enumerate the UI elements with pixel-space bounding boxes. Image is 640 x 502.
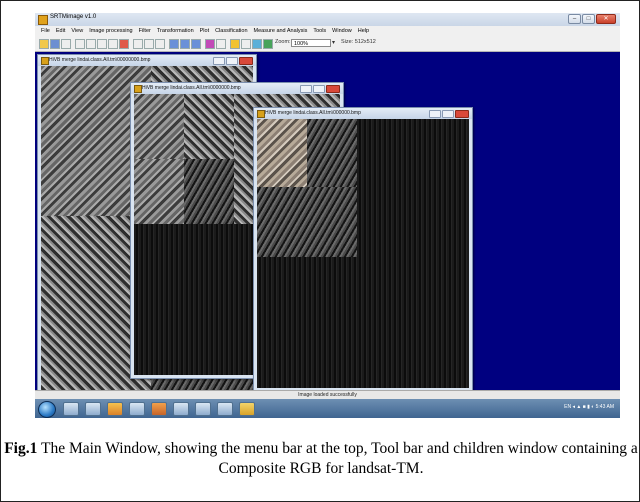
measure-icon[interactable] <box>252 39 262 49</box>
caption-text: The Main Window, showing the menu bar at… <box>37 440 638 477</box>
grid-icon[interactable] <box>216 39 226 49</box>
mdi-workspace: HiVB merge lindai.class.All.tm\00000000.… <box>35 52 620 390</box>
browser-icon[interactable] <box>217 402 233 416</box>
child-window-buttons <box>300 85 340 93</box>
classify-icon[interactable] <box>263 39 273 49</box>
media-icon[interactable] <box>107 402 123 416</box>
menu-transformation[interactable]: Transformation <box>157 28 194 34</box>
square-icon[interactable] <box>241 39 251 49</box>
delete-icon[interactable] <box>119 39 129 49</box>
image-view[interactable] <box>257 119 469 388</box>
menu-bar: File Edit View Image processing Filter T… <box>35 26 620 36</box>
child-title-bar[interactable]: HiVB merge lindai.class.All.tm\00000000.… <box>38 55 256 66</box>
image-quadrant <box>134 94 184 159</box>
copy-icon[interactable] <box>75 39 85 49</box>
image-icon <box>134 85 142 93</box>
child-close-button[interactable] <box>239 57 253 65</box>
child-maximize-button[interactable] <box>226 57 238 65</box>
menu-image-processing[interactable]: Image processing <box>89 28 132 34</box>
new-icon[interactable] <box>61 39 71 49</box>
program-icon[interactable] <box>173 402 189 416</box>
start-button[interactable] <box>38 401 56 418</box>
menu-tools[interactable]: Tools <box>313 28 326 34</box>
maximize-button[interactable]: □ <box>582 14 595 24</box>
menu-edit[interactable]: Edit <box>56 28 65 34</box>
child-title-bar[interactable]: HiVB merge lindai.class.All.tm\0000000.b… <box>131 83 343 94</box>
image-quadrant <box>357 119 469 257</box>
taskbar: EN ◂ ▲ ■ ▮ ◐ 5:43 AM <box>35 399 620 418</box>
document-icon[interactable] <box>195 402 211 416</box>
figure-frame: SRTMimage v1.0 – □ ✕ File Edit View Imag… <box>0 0 640 502</box>
child-window-3[interactable]: HiVB merge lindai.class.All.tm\000000.bm… <box>253 107 473 390</box>
undo-icon[interactable] <box>97 39 107 49</box>
child-minimize-button[interactable] <box>213 57 225 65</box>
image-quadrant <box>257 119 307 187</box>
image-quadrant <box>184 159 234 224</box>
app-title-bar: SRTMimage v1.0 – □ ✕ <box>35 13 620 26</box>
figure-caption: Fig.1 The Main Window, showing the menu … <box>1 439 640 479</box>
folder-icon[interactable] <box>85 402 101 416</box>
size-label: Size: 512x512 <box>341 39 376 45</box>
zoom-out-icon[interactable] <box>144 39 154 49</box>
arrow-up-icon[interactable] <box>191 39 201 49</box>
child-close-button[interactable] <box>455 110 469 118</box>
minimize-button[interactable]: – <box>568 14 581 24</box>
child-title-bar[interactable]: HiVB merge lindai.class.All.tm\000000.bm… <box>254 108 472 119</box>
fit-icon[interactable] <box>155 39 165 49</box>
status-text: Image loaded successfully <box>298 392 357 398</box>
srtm-app-icon[interactable] <box>239 402 255 416</box>
app-title: SRTMimage v1.0 <box>50 14 97 20</box>
zoom-label: Zoom: <box>275 39 291 45</box>
image-icon <box>41 57 49 65</box>
system-tray[interactable]: EN ◂ ▲ ■ ▮ ◐ 5:43 AM <box>564 404 614 410</box>
child-window-buttons <box>213 57 253 65</box>
explorer-icon[interactable] <box>63 402 79 416</box>
firefox-icon[interactable] <box>151 402 167 416</box>
close-button[interactable]: ✕ <box>596 14 616 24</box>
paste-icon[interactable] <box>86 39 96 49</box>
menu-filter[interactable]: Filter <box>139 28 151 34</box>
screenshot: SRTMimage v1.0 – □ ✕ File Edit View Imag… <box>35 13 620 418</box>
image-quadrant <box>257 187 357 257</box>
zoom-select[interactable]: 100% <box>291 39 331 47</box>
image-quadrant <box>307 119 357 187</box>
chevron-down-icon[interactable]: ▾ <box>332 39 335 46</box>
save-icon[interactable] <box>50 39 60 49</box>
image-quadrant <box>257 257 469 388</box>
image-quadrant <box>184 94 234 159</box>
image-quadrant <box>134 159 184 224</box>
arrow-right-icon[interactable] <box>180 39 190 49</box>
child-title: HiVB merge lindai.class.All.tm\00000000.… <box>49 57 151 63</box>
circle-icon[interactable] <box>230 39 240 49</box>
redo-icon[interactable] <box>108 39 118 49</box>
child-close-button[interactable] <box>326 85 340 93</box>
menu-classification[interactable]: Classification <box>215 28 247 34</box>
menu-view[interactable]: View <box>71 28 83 34</box>
menu-file[interactable]: File <box>41 28 50 34</box>
app-icon <box>38 15 48 25</box>
child-title: HiVB merge lindai.class.All.tm\0000000.b… <box>142 85 241 91</box>
child-maximize-button[interactable] <box>313 85 325 93</box>
child-window-buttons <box>429 110 469 118</box>
menu-window[interactable]: Window <box>332 28 352 34</box>
settings-icon[interactable] <box>129 402 145 416</box>
caption-label: Fig.1 <box>4 440 38 457</box>
histogram-icon[interactable] <box>205 39 215 49</box>
menu-measure-and-analysis[interactable]: Measure and Analysis <box>254 28 308 34</box>
child-minimize-button[interactable] <box>429 110 441 118</box>
zoom-in-icon[interactable] <box>133 39 143 49</box>
child-title: HiVB merge lindai.class.All.tm\000000.bm… <box>265 110 361 116</box>
open-icon[interactable] <box>39 39 49 49</box>
child-minimize-button[interactable] <box>300 85 312 93</box>
menu-plot[interactable]: Plot <box>200 28 209 34</box>
window-buttons: – □ ✕ <box>568 14 616 24</box>
tool-bar: Zoom: 100% ▾ Size: 512x512 <box>35 36 620 52</box>
arrow-left-icon[interactable] <box>169 39 179 49</box>
image-icon <box>257 110 265 118</box>
menu-help[interactable]: Help <box>358 28 369 34</box>
child-maximize-button[interactable] <box>442 110 454 118</box>
